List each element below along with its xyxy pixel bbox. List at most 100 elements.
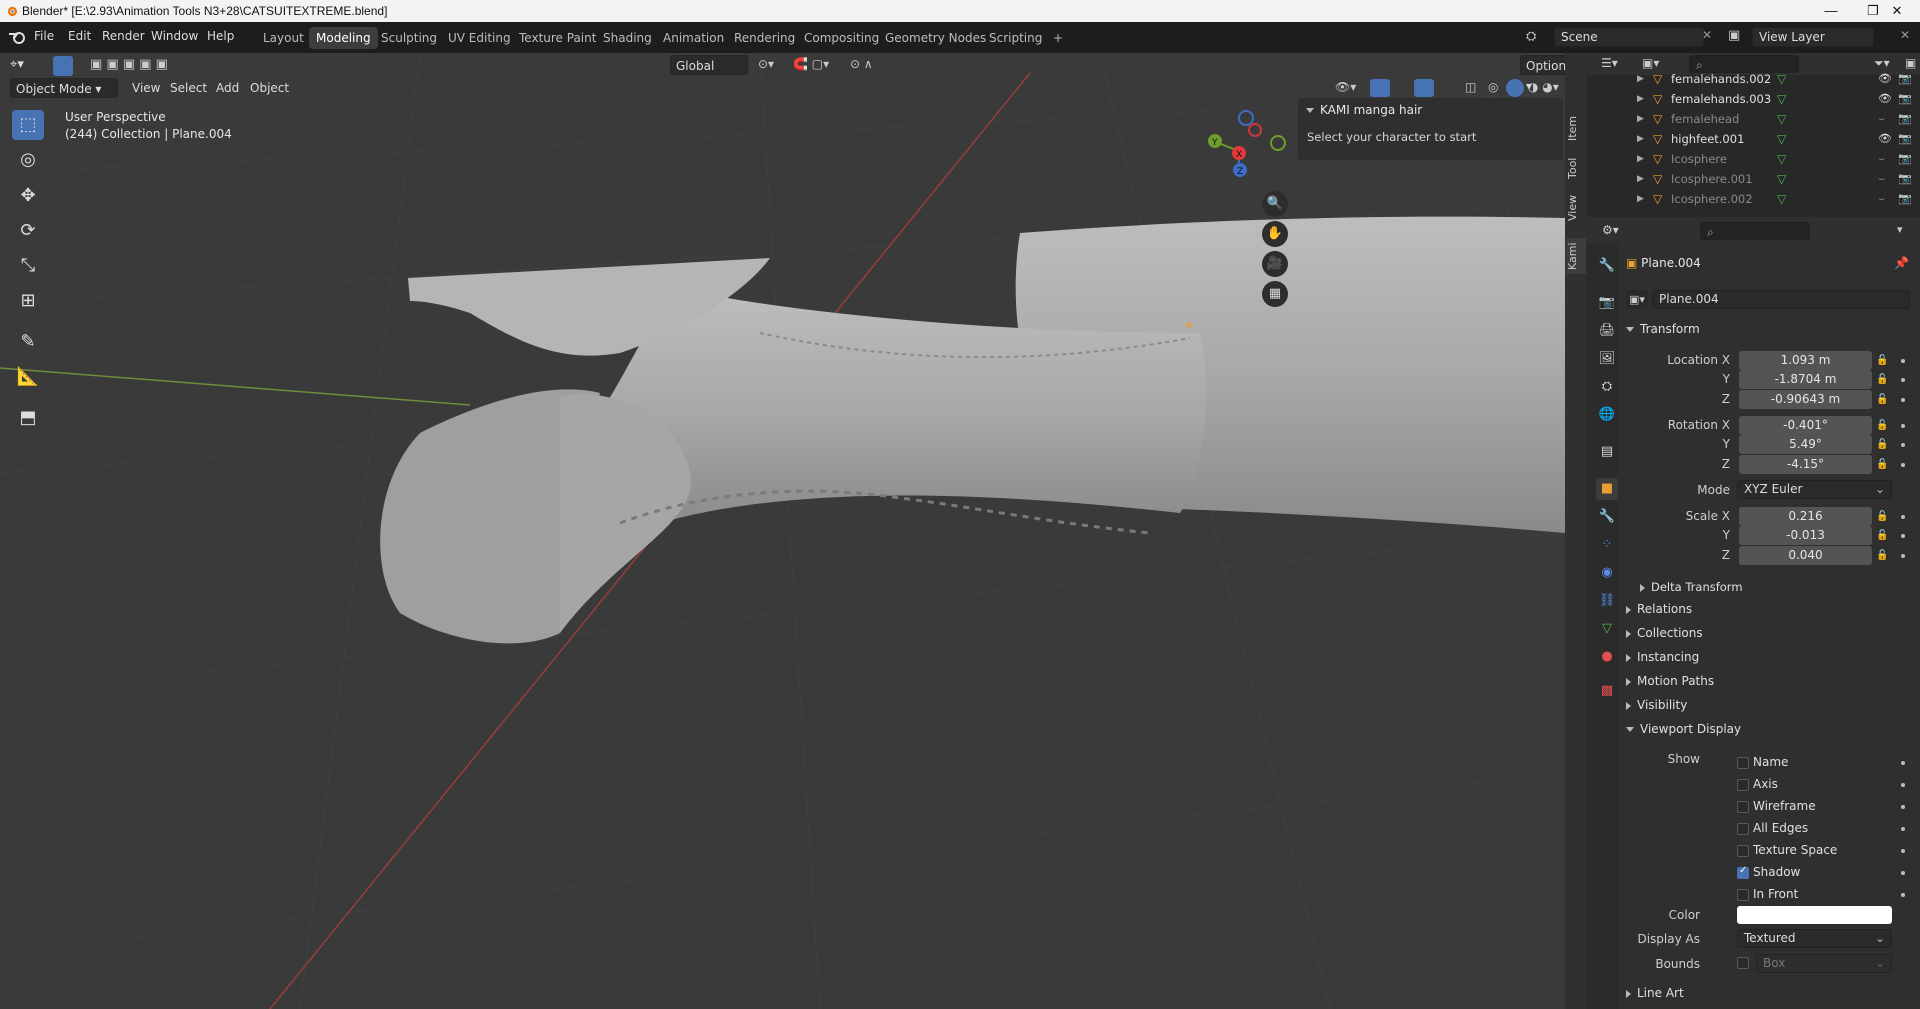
- properties-options-icon[interactable]: ▾: [1897, 223, 1903, 236]
- show-checkbox[interactable]: [1737, 757, 1749, 769]
- select-tool-icon[interactable]: [53, 56, 73, 76]
- keyframe-dot-icon[interactable]: [1901, 463, 1905, 467]
- scale-tool-icon[interactable]: ⤡: [12, 251, 44, 281]
- gizmo-z-neg-icon[interactable]: [1238, 110, 1254, 126]
- lock-icon[interactable]: 🔓: [1876, 511, 1888, 523]
- navigation-gizmo[interactable]: Y X Z: [1200, 108, 1290, 188]
- tab-layout[interactable]: Layout: [256, 27, 311, 49]
- select-mode-icons[interactable]: ▣ ▣ ▣ ▣ ▣: [90, 57, 168, 72]
- editor-type-button[interactable]: ⌖▾: [10, 57, 24, 72]
- lock-icon[interactable]: 🔓: [1876, 439, 1888, 451]
- data-tab-icon[interactable]: ▽: [1596, 618, 1618, 640]
- gizmo-y-neg-icon[interactable]: [1270, 135, 1286, 151]
- transform-tool-icon[interactable]: ⊞: [12, 286, 44, 316]
- close-button[interactable]: ✕: [1874, 0, 1920, 22]
- lock-icon[interactable]: 🔓: [1876, 459, 1888, 471]
- keyframe-dot-icon[interactable]: [1901, 424, 1905, 428]
- annotate-tool-icon[interactable]: ✎: [12, 327, 44, 357]
- scale-z-field[interactable]: 0.040: [1739, 546, 1872, 565]
- ortho-grid-icon[interactable]: ▦: [1262, 281, 1288, 307]
- overlay-toggle-icon[interactable]: [1414, 79, 1434, 97]
- lock-icon[interactable]: 🔓: [1876, 550, 1888, 562]
- keyframe-dot-icon[interactable]: [1901, 805, 1905, 809]
- tab-shading[interactable]: Shading: [596, 27, 659, 49]
- constraints-tab-icon[interactable]: ⛓: [1596, 590, 1618, 612]
- tab-uv-editing[interactable]: UV Editing: [441, 27, 518, 49]
- wireframe-shading-icon[interactable]: ◎: [1488, 80, 1498, 94]
- menu-file[interactable]: File: [34, 29, 54, 43]
- show-checkbox[interactable]: [1737, 823, 1749, 835]
- view-layer-selector[interactable]: View Layer: [1752, 27, 1874, 47]
- add-workspace-button[interactable]: +: [1046, 27, 1070, 49]
- expand-arrow-icon[interactable]: ▶: [1637, 109, 1644, 129]
- section-header[interactable]: Visibility: [1626, 698, 1687, 712]
- outliner-item[interactable]: ▶ ▽ femalehead ▽ ⌣ 📷: [1587, 109, 1920, 129]
- expand-arrow-icon[interactable]: ▶: [1637, 169, 1644, 189]
- section-header[interactable]: Motion Paths: [1626, 674, 1714, 688]
- show-checkbox[interactable]: [1737, 801, 1749, 813]
- properties-editor-icon[interactable]: ⚙▾: [1602, 223, 1619, 237]
- gizmo-toggle-icon[interactable]: [1370, 79, 1390, 97]
- show-checkbox[interactable]: [1737, 889, 1749, 901]
- bounds-type-dropdown[interactable]: Box ⌄: [1756, 954, 1892, 973]
- expand-arrow-icon[interactable]: ▶: [1637, 89, 1644, 109]
- keyframe-dot-icon[interactable]: [1901, 359, 1905, 363]
- proportional-edit-icon[interactable]: ⊙ ∧: [850, 57, 873, 71]
- eye-closed-icon[interactable]: ⌣: [1878, 169, 1885, 189]
- measure-tool-icon[interactable]: 📐: [12, 362, 44, 392]
- keyframe-dot-icon[interactable]: [1901, 849, 1905, 853]
- menu-view[interactable]: View: [127, 78, 165, 98]
- rotate-tool-icon[interactable]: ⟳: [12, 216, 44, 246]
- keyframe-dot-icon[interactable]: [1901, 443, 1905, 447]
- tab-modeling[interactable]: Modeling: [309, 27, 378, 49]
- rotation-y-field[interactable]: 5.49°: [1739, 435, 1872, 454]
- object-type-icon[interactable]: ▣▾: [1626, 290, 1648, 309]
- snap-icon[interactable]: 🧲 ▢▾: [793, 57, 829, 71]
- viewport-scene[interactable]: [0, 53, 1565, 1009]
- view-layer-remove-icon[interactable]: ✕: [1900, 28, 1910, 42]
- camera-icon[interactable]: 📷: [1898, 169, 1912, 189]
- tab-geometry-nodes[interactable]: Geometry Nodes: [878, 27, 993, 49]
- show-checkbox[interactable]: [1737, 779, 1749, 791]
- pan-hand-icon[interactable]: ✋: [1262, 221, 1288, 247]
- pin-icon[interactable]: 📌: [1894, 256, 1909, 270]
- section-header[interactable]: Relations: [1626, 602, 1692, 616]
- camera-icon[interactable]: 📷: [1898, 189, 1912, 209]
- sidebar-tab-item[interactable]: Item: [1566, 110, 1586, 146]
- outliner-item[interactable]: ▶ ▽ Icosphere.002 ▽ ⌣ 📷: [1587, 189, 1920, 209]
- eye-icon[interactable]: 👁: [1878, 89, 1892, 109]
- eye-icon[interactable]: 👁: [1878, 69, 1892, 89]
- keyframe-dot-icon[interactable]: [1901, 871, 1905, 875]
- rotation-mode-dropdown[interactable]: XYZ Euler ⌄: [1737, 480, 1892, 499]
- menu-object[interactable]: Object: [245, 78, 294, 98]
- blender-menu-icon[interactable]: [8, 29, 26, 45]
- menu-edit[interactable]: Edit: [68, 29, 91, 43]
- tab-compositing[interactable]: Compositing: [797, 27, 886, 49]
- display-as-dropdown[interactable]: Textured ⌄: [1737, 929, 1892, 948]
- line-art-header[interactable]: Line Art: [1626, 986, 1684, 1000]
- section-header[interactable]: Collections: [1626, 626, 1703, 640]
- pivot-icon[interactable]: ⊙▾: [758, 57, 774, 71]
- sidebar-tab-tool[interactable]: Tool: [1566, 152, 1586, 184]
- menu-render[interactable]: Render: [102, 29, 145, 43]
- render-tab-icon[interactable]: 📷: [1596, 292, 1618, 314]
- material-tab-icon[interactable]: ●: [1596, 646, 1618, 668]
- menu-help[interactable]: Help: [207, 29, 234, 43]
- display-mode-icon[interactable]: ▣▾: [1642, 56, 1659, 70]
- gizmo-x-neg-icon[interactable]: [1248, 123, 1262, 137]
- scene-selector[interactable]: Scene: [1554, 27, 1704, 47]
- section-header[interactable]: Instancing: [1626, 650, 1699, 664]
- keyframe-dot-icon[interactable]: [1901, 554, 1905, 558]
- eye-icon[interactable]: 👁: [1878, 129, 1892, 149]
- location-x-field[interactable]: 1.093 m: [1739, 351, 1872, 370]
- sidebar-tab-view[interactable]: View: [1566, 192, 1586, 224]
- keyframe-dot-icon[interactable]: [1901, 893, 1905, 897]
- add-cube-tool-icon[interactable]: ⬒: [12, 403, 44, 433]
- tab-scripting[interactable]: Scripting: [982, 27, 1049, 49]
- eye-closed-icon[interactable]: ⌣: [1878, 149, 1885, 169]
- move-tool-icon[interactable]: ✥: [12, 181, 44, 211]
- solid-shading-icon[interactable]: [1506, 79, 1524, 97]
- new-collection-icon[interactable]: ▣: [1905, 56, 1916, 70]
- outliner-item[interactable]: ▶ ▽ Icosphere ▽ ⌣ 📷: [1587, 149, 1920, 169]
- material-shading-icon[interactable]: ◑ ◕▾: [1528, 80, 1559, 94]
